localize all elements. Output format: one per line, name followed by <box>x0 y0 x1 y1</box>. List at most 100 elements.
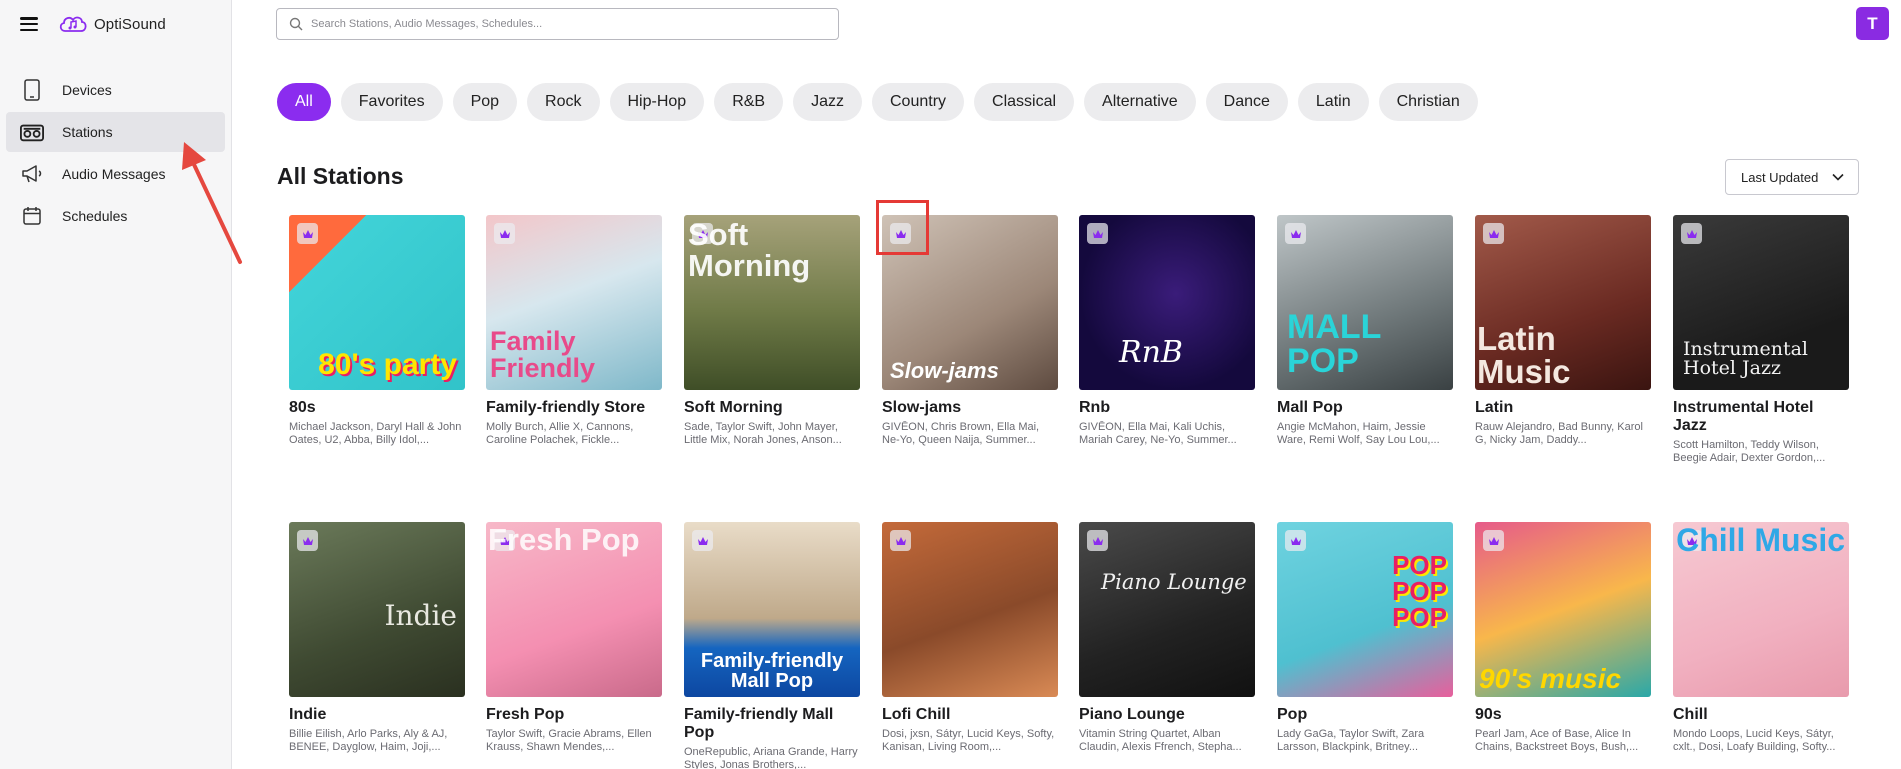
station-artists: Vitamin String Quartet, Alban Claudin, A… <box>1079 728 1242 753</box>
station-card[interactable]: Indie Indie Billie Eilish, Arlo Parks, Aly… <box>289 522 465 754</box>
crown-icon <box>1087 530 1108 551</box>
station-artwork[interactable]: POP POP POP <box>1277 522 1453 697</box>
genre-chip-country[interactable]: Country <box>872 83 965 121</box>
genre-chip-dance[interactable]: Dance <box>1205 83 1288 121</box>
genre-chip-latin[interactable]: Latin <box>1297 83 1369 121</box>
station-card[interactable]: Family Friendly Family-friendly Store Moll… <box>486 215 662 447</box>
station-title[interactable]: Mall Pop <box>1277 399 1453 417</box>
search-icon <box>289 17 303 31</box>
station-title[interactable]: Family-friendly Mall Pop <box>684 706 860 742</box>
station-title[interactable]: Rnb <box>1079 399 1255 417</box>
station-artwork[interactable]: Soft Morning <box>684 215 860 390</box>
station-artists: Angie McMahon, Haim, Jessie Ware, Remi W… <box>1277 421 1440 446</box>
genre-chip-all[interactable]: All <box>277 83 331 121</box>
station-artists: Molly Burch, Allie X, Cannons, Caroline … <box>486 421 634 446</box>
genre-chip-jazz[interactable]: Jazz <box>793 83 862 121</box>
search-input[interactable] <box>311 18 811 30</box>
sidebar-item-label: Audio Messages <box>62 166 166 182</box>
station-artists: Pearl Jam, Ace of Base, Alice In Chains,… <box>1475 728 1639 753</box>
station-artwork[interactable]: RnB <box>1079 215 1255 390</box>
megaphone-icon <box>20 162 44 186</box>
station-artwork[interactable]: Fresh Pop <box>486 522 662 697</box>
crown-icon <box>297 223 318 244</box>
menu-icon[interactable] <box>20 17 38 31</box>
station-card[interactable]: Instrumental Hotel Jazz Instrumental Hote… <box>1673 215 1849 465</box>
tablet-icon <box>20 78 44 102</box>
station-card[interactable]: POP POP POP Pop Lady GaGa, Taylor Swift, Z… <box>1277 522 1453 754</box>
sidebar-item-devices[interactable]: Devices <box>6 70 225 110</box>
station-artwork[interactable]: Family Friendly <box>486 215 662 390</box>
station-card[interactable]: Soft Morning Soft Morning Sade, Taylor Swi… <box>684 215 860 447</box>
station-title[interactable]: 90s <box>1475 706 1651 724</box>
station-title[interactable]: Chill <box>1673 706 1849 724</box>
station-card[interactable]: Chill Music Chill Mondo Loops, Lucid Keys,… <box>1673 522 1849 754</box>
genre-chip-alternative[interactable]: Alternative <box>1084 83 1196 121</box>
station-artwork[interactable]: 80's party <box>289 215 465 390</box>
station-title[interactable]: Latin <box>1475 399 1651 417</box>
station-title[interactable]: Fresh Pop <box>486 706 662 724</box>
station-artists: Scott Hamilton, Teddy Wilson, Beegie Ada… <box>1673 439 1826 464</box>
genre-chip-hip-hop[interactable]: Hip-Hop <box>609 83 705 121</box>
sidebar-item-label: Stations <box>62 124 113 140</box>
station-artwork[interactable]: 90's music <box>1475 522 1651 697</box>
station-title[interactable]: Family-friendly Store <box>486 399 662 417</box>
station-title[interactable]: Indie <box>289 706 465 724</box>
station-artwork[interactable]: Piano Lounge <box>1079 522 1255 697</box>
station-card[interactable]: 80's party 80s Michael Jackson, Daryl Hall… <box>289 215 465 447</box>
station-card[interactable]: RnB Rnb GIVĒON, Ella Mai, Kali Uchis, Mari… <box>1079 215 1255 447</box>
crown-icon <box>1483 530 1504 551</box>
station-artwork-text: Latin Music <box>1477 320 1571 390</box>
station-artwork[interactable]: MALL POP <box>1277 215 1453 390</box>
station-artwork[interactable]: Instrumental Hotel Jazz <box>1673 215 1849 390</box>
station-artwork[interactable]: Indie <box>289 522 465 697</box>
station-artwork-text: Family-friendly Mall Pop <box>700 650 844 692</box>
station-title[interactable]: Slow-jams <box>882 399 1058 417</box>
station-card[interactable]: Piano Lounge Piano Lounge Vitamin String Q… <box>1079 522 1255 754</box>
station-artists: Taylor Swift, Gracie Abrams, Ellen Kraus… <box>486 728 652 753</box>
station-artwork-text: Indie <box>384 599 457 632</box>
station-artwork[interactable]: Chill Music <box>1673 522 1849 697</box>
chevron-down-icon <box>1832 173 1844 181</box>
cloud-music-icon <box>59 16 87 32</box>
station-title[interactable]: Pop <box>1277 706 1453 724</box>
station-artists: Dosi, jxsn, Sátyr, Lucid Keys, Softy, Ka… <box>882 728 1055 753</box>
search-bar[interactable] <box>276 8 839 40</box>
genre-chip-r-b[interactable]: R&B <box>714 83 784 121</box>
station-artwork-text: Fresh Pop <box>488 522 640 557</box>
app-logo[interactable]: OptiSound <box>58 13 166 35</box>
station-title[interactable]: 80s <box>289 399 465 417</box>
sidebar-item-label: Devices <box>62 82 112 98</box>
crown-icon <box>1483 223 1504 244</box>
station-title[interactable]: Soft Morning <box>684 399 860 417</box>
station-artwork[interactable]: Family-friendly Mall Pop <box>684 522 860 697</box>
station-title[interactable]: Instrumental Hotel Jazz <box>1673 399 1849 435</box>
station-card[interactable]: Family-friendly Mall Pop Family-friendly … <box>684 522 860 769</box>
station-card[interactable]: Fresh Pop Fresh Pop Taylor Swift, Gracie A… <box>486 522 662 754</box>
station-artwork-text: Soft Morning <box>688 217 811 283</box>
station-artists: Billie Eilish, Arlo Parks, Aly & AJ, BEN… <box>289 728 448 753</box>
genre-chip-rock[interactable]: Rock <box>527 83 600 121</box>
crown-icon <box>692 530 713 551</box>
station-title[interactable]: Piano Lounge <box>1079 706 1255 724</box>
station-artists: OneRepublic, Ariana Grande, Harry Styles… <box>684 746 858 769</box>
genre-chip-favorites[interactable]: Favorites <box>340 83 443 121</box>
station-card[interactable]: 90's music 90s Pearl Jam, Ace of Base, Ali… <box>1475 522 1651 754</box>
crown-icon <box>297 530 318 551</box>
station-title[interactable]: Lofi Chill <box>882 706 1058 724</box>
station-artists: Lady GaGa, Taylor Swift, Zara Larsson, B… <box>1277 728 1425 753</box>
station-artwork[interactable]: Latin Music <box>1475 215 1651 390</box>
sort-label: Last Updated <box>1741 169 1819 185</box>
station-card[interactable]: Lofi Chill Dosi, jxsn, Sátyr, Lucid Keys,… <box>882 522 1058 754</box>
genre-chip-pop[interactable]: Pop <box>452 83 518 121</box>
station-artwork-text: 90's music <box>1479 663 1622 694</box>
station-artwork[interactable] <box>882 522 1058 697</box>
radio-icon <box>20 120 44 144</box>
crown-icon <box>890 530 911 551</box>
station-card[interactable]: MALL POP Mall Pop Angie McMahon, Haim, Jes… <box>1277 215 1453 447</box>
station-card[interactable]: Latin Music Latin Rauw Alejandro, Bad Bunn… <box>1475 215 1651 447</box>
genre-chip-christian[interactable]: Christian <box>1378 83 1478 121</box>
user-avatar[interactable]: T <box>1856 7 1889 40</box>
crown-icon <box>494 223 515 244</box>
sort-dropdown[interactable]: Last Updated <box>1725 159 1859 195</box>
genre-chip-classical[interactable]: Classical <box>974 83 1075 121</box>
